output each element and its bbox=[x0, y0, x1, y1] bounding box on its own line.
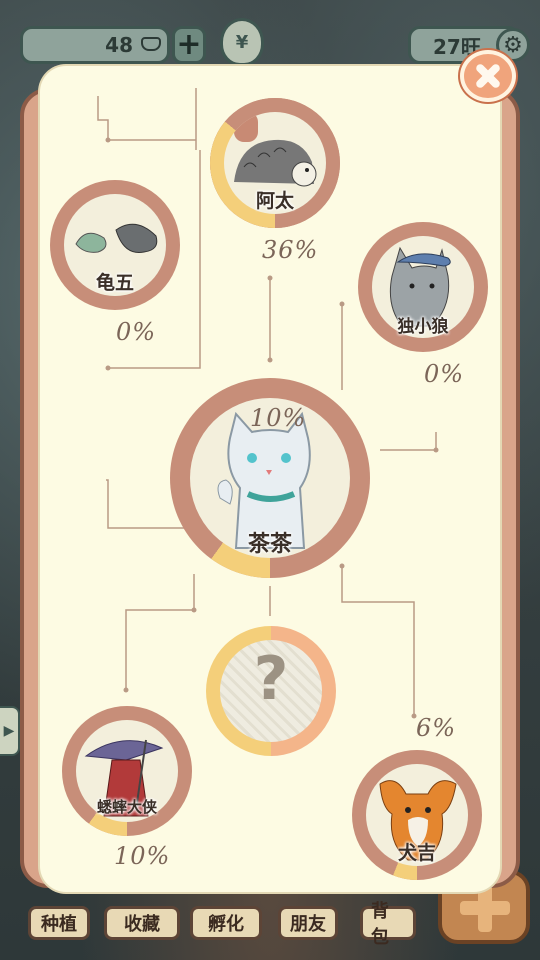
percent-duxiaolang: 0% bbox=[424, 360, 465, 388]
close-button[interactable] bbox=[460, 50, 516, 102]
character-name: 蟋蟀大侠 bbox=[96, 798, 157, 816]
character-name: 阿太 bbox=[255, 190, 294, 212]
character-node-atai[interactable]: 阿太 bbox=[210, 98, 340, 228]
character-name: 龟五 bbox=[95, 272, 134, 294]
question-mark-icon: ? bbox=[253, 644, 289, 714]
percent-chacha: 10% bbox=[250, 404, 307, 432]
percent-quanji: 6% bbox=[416, 714, 457, 742]
character-node-xishuaidaxia[interactable]: 蟋蟀大侠 bbox=[62, 706, 192, 836]
character-node-guiwu[interactable]: 龟五 bbox=[50, 180, 180, 310]
character-name: 茶茶 bbox=[247, 532, 292, 557]
character-node-duxiaolang[interactable]: 独小狼 bbox=[358, 222, 488, 352]
unknown-character-node[interactable]: ? bbox=[206, 626, 336, 756]
character-name: 犬吉 bbox=[397, 842, 436, 864]
percent-atai: 36% bbox=[262, 236, 319, 264]
character-name: 独小狼 bbox=[397, 317, 449, 337]
percent-xishuaidaxia: 10% bbox=[114, 842, 171, 870]
character-node-quanji[interactable]: 犬吉 bbox=[352, 750, 482, 880]
percent-guiwu: 0% bbox=[116, 318, 157, 346]
